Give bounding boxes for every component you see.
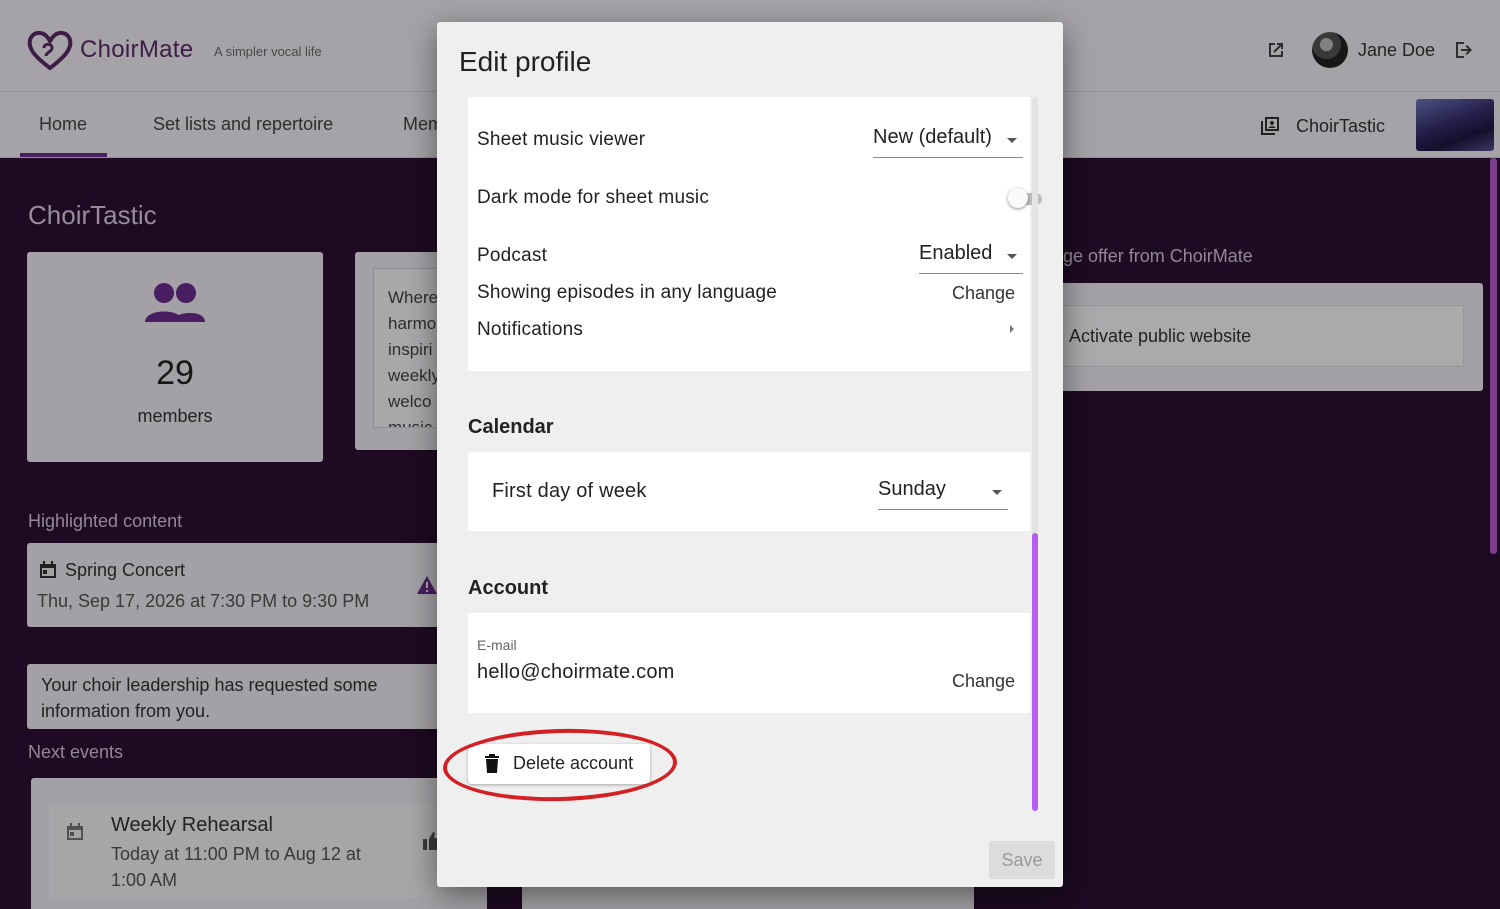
episodes-language-label: Showing episodes in any language <box>477 282 778 303</box>
podcast-label: Podcast <box>477 245 548 266</box>
sheet-music-viewer-label: Sheet music viewer <box>477 129 646 150</box>
first-day-value: Sunday <box>878 478 946 500</box>
dark-mode-label: Dark mode for sheet music <box>477 187 710 208</box>
chevron-down-icon <box>992 490 1002 495</box>
podcast-value: Enabled <box>919 242 993 264</box>
episodes-change-button[interactable]: Change <box>952 283 1015 304</box>
calendar-panel: First day of week Sunday <box>468 452 1030 531</box>
save-button[interactable]: Save <box>989 841 1055 879</box>
first-day-select[interactable]: Sunday <box>878 478 1008 510</box>
email-change-button[interactable]: Change <box>952 671 1015 692</box>
chevron-down-icon <box>1007 138 1017 143</box>
preferences-panel: Sheet music viewer New (default) Dark mo… <box>468 97 1042 371</box>
chevron-down-icon <box>1007 254 1017 259</box>
email-value: hello@choirmate.com <box>477 661 675 683</box>
dialog-title: Edit profile <box>459 46 592 77</box>
notifications-label[interactable]: Notifications <box>477 319 583 341</box>
chevron-right-icon[interactable] <box>1010 325 1014 333</box>
first-day-label: First day of week <box>492 480 647 502</box>
email-caption: E-mail <box>477 637 517 653</box>
account-panel: E-mail hello@choirmate.com Change <box>468 613 1030 713</box>
page-scrollbar[interactable] <box>1490 158 1497 554</box>
sheet-music-viewer-select[interactable]: New (default) <box>873 126 1023 158</box>
dark-mode-toggle-thumb[interactable] <box>1008 188 1028 208</box>
podcast-select[interactable]: Enabled <box>919 242 1023 274</box>
dialog-scrollbar[interactable] <box>1032 533 1038 811</box>
sheet-music-viewer-value: New (default) <box>873 126 992 148</box>
calendar-heading: Calendar <box>468 416 554 438</box>
account-heading: Account <box>468 577 548 599</box>
